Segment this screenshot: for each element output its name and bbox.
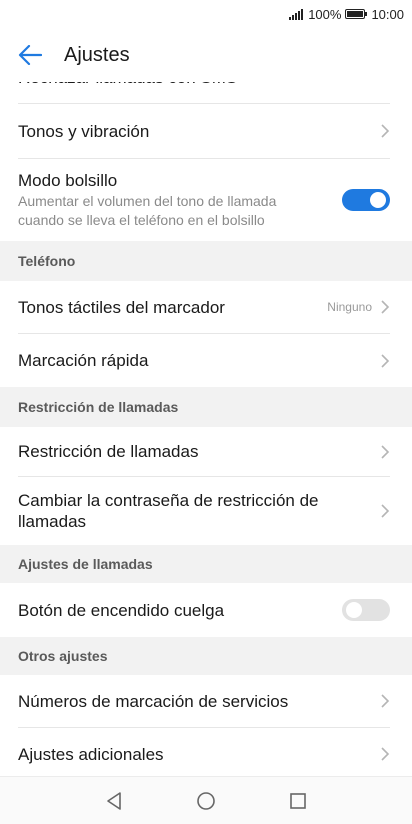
item-description: Aumentar el volumen del tono de llamada …: [18, 193, 277, 228]
list-item-pocket-mode[interactable]: Modo bolsillo Aumentar el volumen del to…: [0, 159, 412, 241]
list-item-reject-sms[interactable]: Rechazar llamadas con SMS: [0, 82, 412, 104]
app-bar: Ajustes: [0, 28, 412, 82]
system-nav-bar: [0, 776, 412, 824]
chevron-right-icon: [381, 300, 390, 314]
list-item-service-dial-numbers[interactable]: Números de marcación de servicios: [0, 675, 412, 727]
list-item-dial-pad-tones[interactable]: Tonos táctiles del marcador Ninguno: [0, 281, 412, 333]
status-bar: 100% 10:00: [0, 0, 412, 28]
chevron-right-icon: [381, 694, 390, 708]
signal-icon: [289, 8, 304, 20]
item-label: Tonos táctiles del marcador: [18, 297, 225, 317]
page-title: Ajustes: [64, 43, 130, 66]
toggle-knob: [370, 192, 386, 208]
item-label: Botón de encendido cuelga: [18, 600, 225, 620]
circle-home-icon: [197, 791, 215, 810]
section-header-call-barring: Restricción de llamadas: [0, 387, 412, 427]
item-label: Restricción de llamadas: [18, 442, 199, 461]
chevron-right-icon: [381, 444, 390, 459]
square-recents-icon: [290, 792, 306, 809]
chevron-right-icon: [381, 747, 390, 761]
list-item-change-barring-password[interactable]: Cambiar la contraseña de restricción de …: [0, 477, 412, 545]
item-label: Números de marcación de servicios: [18, 691, 289, 711]
item-label: Tonos y vibración: [18, 121, 150, 141]
nav-recents-button[interactable]: [284, 787, 312, 815]
item-label: Modo bolsillo: [18, 171, 118, 190]
pocket-mode-toggle[interactable]: [342, 189, 390, 211]
battery-icon: [345, 9, 368, 19]
list-item-sound-vibration[interactable]: Tonos y vibración: [0, 104, 412, 158]
item-value: Ninguno: [327, 300, 372, 314]
item-label: Cambiar la contraseña de restricción de …: [18, 491, 319, 531]
triangle-back-icon: [107, 791, 121, 810]
nav-back-button[interactable]: [100, 787, 128, 815]
list-item-speed-dial[interactable]: Marcación rápida: [0, 334, 412, 387]
section-header-other: Otros ajustes: [0, 637, 412, 675]
back-button[interactable]: [0, 28, 60, 82]
chevron-right-icon: [381, 504, 390, 518]
list-item-call-barring[interactable]: Restricción de llamadas: [0, 427, 412, 476]
settings-list[interactable]: Rechazar llamadas con SMS Tonos y vibrac…: [0, 82, 412, 775]
section-header-phone: Teléfono: [0, 241, 412, 281]
battery-percent: 100%: [308, 6, 342, 22]
toggle-knob: [346, 602, 362, 618]
item-label: Marcación rápida: [18, 351, 149, 370]
nav-home-button[interactable]: [192, 787, 220, 815]
clock: 10:00: [371, 6, 404, 22]
chevron-right-icon: [381, 353, 390, 368]
chevron-right-icon: [381, 124, 390, 138]
list-item-power-button-ends-call[interactable]: Botón de encendido cuelga: [0, 583, 412, 637]
power-button-toggle[interactable]: [342, 599, 390, 621]
list-item-additional-settings[interactable]: Ajustes adicionales: [0, 728, 412, 775]
section-header-call-settings: Ajustes de llamadas: [0, 545, 412, 583]
item-label: Ajustes adicionales: [18, 744, 164, 764]
arrow-left-icon: [18, 45, 42, 65]
